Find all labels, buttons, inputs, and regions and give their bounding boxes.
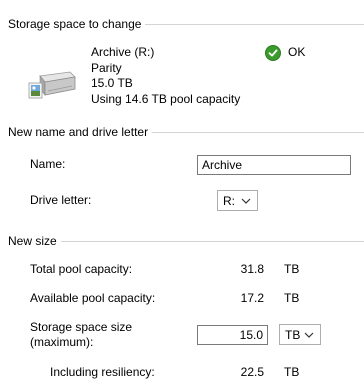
- size-section-header: New size: [0, 233, 364, 249]
- total-pool-capacity-unit: TB: [284, 262, 300, 276]
- size-unit-dropdown[interactable]: TB: [279, 324, 321, 345]
- section-divider: [152, 131, 364, 133]
- available-pool-capacity-unit: TB: [284, 291, 300, 305]
- drive-letter-dropdown[interactable]: R:: [217, 190, 258, 211]
- available-pool-capacity-value: 17.2: [240, 291, 264, 305]
- check-circle-icon: [265, 45, 281, 61]
- total-pool-capacity-label: Total pool capacity:: [30, 262, 133, 276]
- pool-capacity-usage: Using 14.6 TB pool capacity: [91, 92, 241, 106]
- storage-size-label-suffix: (maximum):: [30, 335, 94, 349]
- drive-letter-label: Drive letter:: [30, 193, 92, 207]
- size-section-title: New size: [8, 234, 57, 248]
- including-resiliency-unit: TB: [284, 365, 300, 379]
- available-pool-capacity-label: Available pool capacity:: [30, 291, 156, 305]
- name-section-header: New name and drive letter: [0, 124, 364, 140]
- storage-section-header: Storage space to change: [0, 16, 364, 32]
- storage-size: 15.0 TB: [91, 76, 133, 90]
- total-pool-capacity-value: 31.8: [240, 262, 264, 276]
- including-resiliency-label: Including resiliency:: [50, 365, 155, 379]
- section-divider: [145, 23, 364, 25]
- section-divider: [60, 240, 364, 242]
- name-label: Name:: [30, 157, 66, 171]
- drive-letter-value: R:: [223, 193, 235, 208]
- resiliency-type: Parity: [91, 61, 122, 75]
- status-text: OK: [288, 45, 306, 59]
- storage-section-title: Storage space to change: [8, 17, 142, 31]
- name-input[interactable]: [197, 155, 351, 175]
- storage-size-label: Storage space size: [30, 320, 133, 334]
- including-resiliency-value: 22.5: [240, 365, 264, 379]
- drive-name: Archive (R:): [91, 45, 155, 59]
- chevron-down-icon: [241, 198, 251, 204]
- chevron-down-icon: [304, 332, 314, 338]
- size-unit-value: TB: [285, 327, 301, 342]
- name-section-title: New name and drive letter: [8, 125, 149, 139]
- drive-icon: [28, 71, 76, 99]
- change-storage-space-page: Storage space to change Archive (R:) Par…: [0, 0, 364, 392]
- storage-size-input[interactable]: [197, 325, 268, 345]
